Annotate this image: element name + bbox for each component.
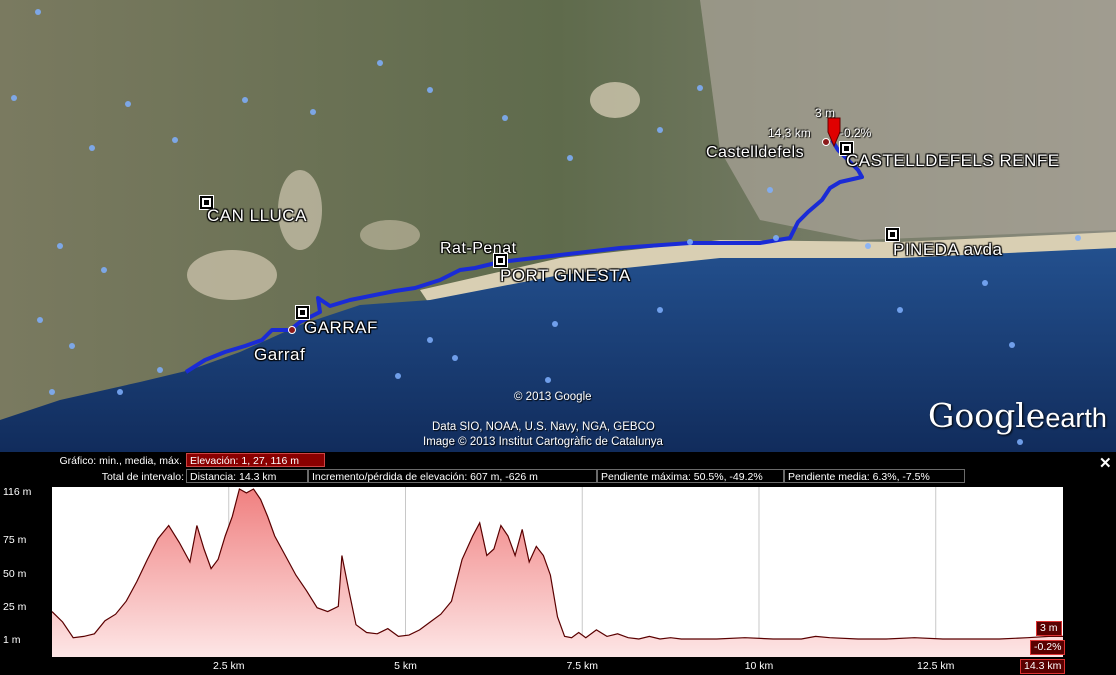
x-tick-label: 12.5 km — [917, 660, 955, 672]
elevation-area — [52, 489, 1063, 657]
x-tick-label: 2.5 km — [212, 660, 245, 672]
urban-area — [700, 0, 1116, 240]
x-tick-label: 5 km — [394, 660, 417, 672]
google-earth-window: CAN LLUCA GARRAF Garraf Rat-Penat PORT G… — [0, 0, 1116, 675]
distance-stat: Distancia: 14.3 km — [186, 469, 308, 483]
place-label-castelldefels-renfe[interactable]: CASTELLDEFELS RENFE — [846, 151, 1060, 171]
chart-stats-label: Gráfico: min., media, máx. — [59, 455, 182, 467]
elevation-chart[interactable] — [51, 487, 1063, 657]
copyright-credit: © 2013 Google — [514, 391, 592, 403]
town-dot-icon — [822, 138, 830, 146]
cursor-slope-tag: -0.2% — [1030, 640, 1066, 655]
interval-total-label: Total de intervalo: — [101, 471, 184, 483]
marker-distance-label: 14,3 km — [768, 126, 811, 140]
close-icon[interactable]: ✕ — [1099, 454, 1112, 472]
y-tick-label: 50 m — [3, 568, 27, 580]
y-tick-label: 25 m — [3, 601, 27, 613]
satellite-map[interactable]: CAN LLUCA GARRAF Garraf Rat-Penat PORT G… — [0, 0, 1116, 452]
town-dot-icon — [288, 326, 296, 334]
cursor-distance-tag: 14.3 km — [1020, 659, 1066, 674]
y-tick-label: 1 m — [3, 634, 21, 646]
place-label-garraf[interactable]: Garraf — [254, 345, 305, 365]
x-tick-label: 10 km — [744, 660, 774, 672]
place-label-pineda[interactable]: PINEDA avda — [893, 240, 1002, 260]
cursor-elevation-tag: 3 m — [1036, 621, 1062, 636]
y-tick-label: 116 m — [3, 486, 32, 498]
marker-elevation-label: 3 m — [815, 106, 836, 120]
y-tick-label: 75 m — [3, 534, 27, 546]
max-slope-stat: Pendiente máxima: 50.5%, -49.2% — [597, 469, 784, 483]
marker-slope-label: -0.2% — [840, 126, 872, 140]
place-label-garraf-upper[interactable]: GARRAF — [304, 318, 378, 338]
elevation-stat: Elevación: 1, 27, 116 m — [186, 453, 325, 467]
quarry — [187, 250, 277, 300]
place-label-castelldefels[interactable]: Castelldefels — [706, 144, 804, 162]
image-credit: Image © 2013 Institut Cartogràfic de Cat… — [423, 436, 663, 448]
gain-loss-stat: Incremento/pérdida de elevación: 607 m, … — [308, 469, 597, 483]
place-label-port-ginesta[interactable]: PORT GINESTA — [500, 266, 631, 286]
avg-slope-stat: Pendiente media: 6.3%, -7.5% — [784, 469, 965, 483]
x-tick-label: 7.5 km — [566, 660, 598, 672]
google-earth-logo: Googleearth — [928, 396, 1107, 435]
place-label-can-lluca[interactable]: CAN LLUCA — [207, 206, 307, 226]
quarry — [360, 220, 420, 250]
data-credit: Data SIO, NOAA, U.S. Navy, NGA, GEBCO — [432, 421, 655, 433]
map-canvas[interactable] — [0, 0, 1116, 452]
elevation-chart-svg[interactable] — [51, 487, 1063, 657]
quarry — [590, 82, 640, 118]
